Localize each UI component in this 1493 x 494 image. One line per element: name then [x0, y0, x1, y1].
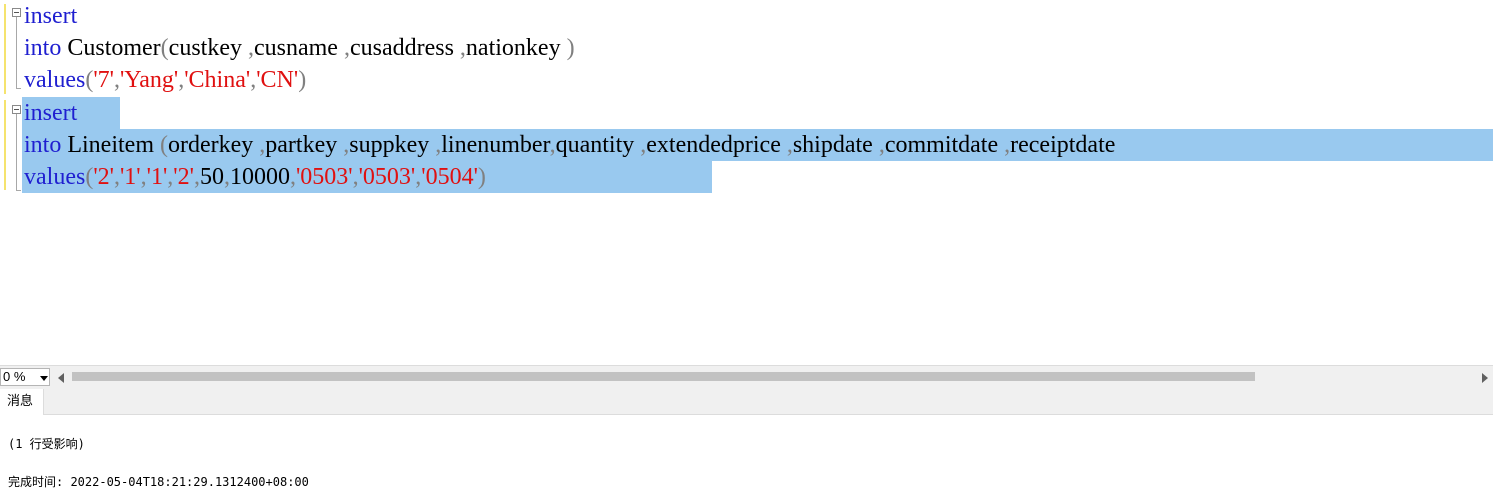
code-line[interactable]: insert [24, 0, 77, 32]
code-token: 10000 [229, 164, 290, 190]
code-token: '2' [173, 164, 194, 190]
scroll-left-icon[interactable] [58, 373, 64, 383]
code-token: into [24, 35, 62, 61]
code-token: 'China' [184, 67, 251, 93]
collapse-icon[interactable] [12, 105, 21, 114]
code-token: '1' [146, 164, 168, 190]
completion-label: 完成时间: [8, 475, 71, 489]
code-token: shipdate [792, 132, 879, 158]
code-token: commitdate [884, 132, 1005, 158]
code-token: values [24, 67, 86, 93]
outline-end [16, 88, 21, 89]
code-token: Customer [61, 35, 161, 61]
code-token: '0503' [295, 164, 353, 190]
change-indicator-bar [4, 100, 6, 190]
code-token: suppkey [349, 132, 436, 158]
editor-status-bar: 0 % [0, 365, 1493, 389]
code-line[interactable]: insert [24, 97, 77, 129]
code-token: '1' [119, 164, 141, 190]
code-token: ) [298, 67, 307, 93]
code-token: 50 [199, 164, 224, 190]
change-indicator-bar [4, 4, 6, 94]
zoom-value: 0 % [3, 369, 26, 384]
chevron-down-icon [40, 376, 48, 381]
code-line[interactable]: values('7','Yang','China','CN') [24, 64, 306, 96]
code-token: custkey [168, 35, 248, 61]
code-token: 'Yang' [119, 67, 179, 93]
scrollbar-thumb[interactable] [72, 372, 1255, 381]
code-token: cusaddress [349, 35, 460, 61]
code-token: ) [566, 35, 575, 61]
code-line[interactable]: into Lineitem (orderkey ,partkey ,suppke… [24, 129, 1115, 161]
horizontal-scrollbar[interactable] [70, 370, 1474, 384]
scroll-right-icon[interactable] [1482, 373, 1488, 383]
code-token: linenumber [441, 132, 550, 158]
code-token: insert [24, 100, 78, 126]
completion-message: 完成时间: 2022-05-04T18:21:29.1312400+08:00 [8, 473, 309, 490]
zoom-dropdown[interactable]: 0 % [0, 368, 50, 386]
code-token: receiptdate [1010, 132, 1116, 158]
tab-messages[interactable]: 消息 [0, 389, 44, 415]
code-token: partkey [265, 132, 344, 158]
code-token: quantity [555, 132, 641, 158]
code-token: '0504' [421, 164, 478, 190]
outline-end [16, 190, 21, 191]
code-token: cusname [253, 35, 344, 61]
rows-affected-message: (1 行受影响) [8, 437, 85, 451]
code-token: Lineitem [61, 132, 160, 158]
code-token: nationkey [465, 35, 567, 61]
code-token: 'CN' [256, 67, 299, 93]
completion-time: 2022-05-04T18:21:29.1312400+08:00 [70, 475, 309, 489]
messages-pane: (1 行受影响) 完成时间: 2022-05-04T18:21:29.13124… [0, 415, 1493, 494]
code-token: extendedprice [646, 132, 787, 158]
results-tabstrip: 消息 [0, 389, 1493, 415]
code-token: '2' [93, 164, 114, 190]
code-token: ) [477, 164, 486, 190]
outline-line [16, 114, 17, 190]
code-line[interactable]: values('2','1','1','2',50,10000,'0503','… [24, 161, 486, 193]
code-line[interactable]: into Customer(custkey ,cusname ,cusaddre… [24, 32, 575, 64]
code-token: ( [160, 35, 169, 61]
code-token: values [24, 164, 86, 190]
code-token: '7' [93, 67, 114, 93]
code-token: '0503' [358, 164, 416, 190]
code-token: into [24, 132, 62, 158]
code-token: insert [24, 3, 78, 29]
collapse-icon[interactable] [12, 8, 21, 17]
code-token: orderkey [167, 132, 260, 158]
code-token: ( [159, 132, 168, 158]
outline-line [16, 17, 17, 88]
query-editor[interactable]: insert into Customer(custkey ,cusname ,c… [0, 0, 1493, 365]
